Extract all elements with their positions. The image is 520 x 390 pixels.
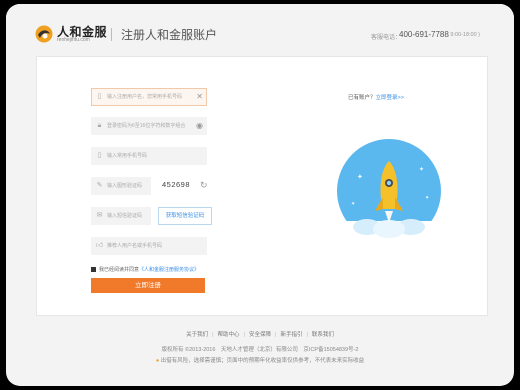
risk-note-text: 出借有风险，选择需谨慎；页面中的预期年化收益率仅供参考，不代表未来实际收益 — [160, 358, 365, 364]
user-icon: ▯ — [97, 93, 102, 100]
refresh-icon[interactable]: ↻ — [200, 177, 210, 193]
get-sms-code-button[interactable]: 获取短信验证码 — [158, 207, 212, 225]
sms-input[interactable] — [107, 208, 147, 224]
password-field[interactable]: 🔒︎ ◉ — [91, 117, 207, 135]
footer-link-about[interactable]: 关于我们 — [186, 332, 208, 338]
username-input[interactable] — [107, 89, 195, 105]
login-prompt-text: 已有账户？ — [348, 95, 376, 101]
login-link[interactable]: 立即登录>> — [376, 95, 404, 101]
captcha-input[interactable] — [107, 178, 147, 194]
register-button[interactable]: 立即注册 — [91, 278, 205, 293]
username-field[interactable]: ▯ ✕ — [91, 88, 207, 106]
window: 人和金服 renhejinfu.com 注册人和金服账户 客服电话： 400-6… — [6, 4, 514, 386]
footer-link-security[interactable]: 安全保障 — [249, 332, 271, 338]
footer-links: 关于我们 | 帮助中心 | 安全保障 | 新手指引 | 联系我们 — [186, 332, 334, 338]
hotline-label: 客服电话： — [371, 35, 402, 41]
phone-input[interactable] — [107, 148, 195, 164]
referrer-input[interactable] — [107, 238, 195, 254]
service-hours: ( 9:00-18:00 ) — [447, 32, 481, 38]
image-code-icon: ✎ — [96, 182, 103, 189]
footer-link-guide[interactable]: 新手指引 — [280, 332, 302, 338]
agreement-link[interactable]: 《人和金服注册服务协议》 — [139, 267, 199, 273]
login-prompt: 已有账户？立即登录>> — [348, 93, 404, 101]
footer-risk-note: ● 出借有风险，选择需谨慎；页面中的预期年化收益率仅供参考，不代表未来实际收益 — [6, 356, 514, 364]
footer-copyright: 版权所有 ©2013-2016 天地人才管理（北京）有限公司 京ICP备1505… — [161, 347, 359, 353]
password-input[interactable] — [107, 118, 195, 134]
header: 人和金服 renhejinfu.com 注册人和金服账户 客服电话： 400-6… — [6, 4, 514, 54]
captcha-image[interactable]: 452698 — [158, 177, 194, 193]
warning-icon: ● — [155, 358, 160, 364]
agree-text: 我已经阅读并同意 — [99, 267, 140, 273]
header-divider — [111, 28, 112, 41]
page-title: 注册人和金服账户 — [121, 28, 218, 42]
register-card: ▯ ✕ 🔒︎ ◉ ▯ ✎ 452698 ↻ ✉ 获取短信验证码 👍︎ — [36, 56, 488, 316]
mail-icon: ✉ — [96, 212, 103, 219]
logo-icon — [35, 25, 53, 43]
lock-icon: 🔒︎ — [97, 122, 102, 129]
phone-icon: ▯ — [97, 152, 102, 159]
rocket-illustration: ✦ ✦ ✦ ✦ — [327, 139, 451, 247]
sms-field[interactable]: ✉ — [91, 207, 151, 225]
thumbs-up-icon: 👍︎ — [95, 242, 104, 249]
svg-text:✦: ✦ — [419, 166, 424, 173]
footer-link-contact[interactable]: 联系我们 — [312, 332, 334, 338]
footer-link-help[interactable]: 帮助中心 — [218, 332, 240, 338]
svg-text:✦: ✦ — [351, 201, 355, 207]
agree-checkbox[interactable] — [91, 267, 96, 273]
hotline-number: 400-691-7788 — [399, 30, 449, 39]
captcha-field[interactable]: ✎ — [91, 177, 151, 195]
logo-domain: renhejinfu.com — [57, 37, 90, 43]
agreement-row: 我已经阅读并同意《人和金服注册服务协议》 — [91, 266, 199, 273]
referrer-field[interactable]: 👍︎ — [91, 237, 207, 255]
svg-text:✦: ✦ — [425, 195, 429, 201]
eye-icon[interactable]: ◉ — [196, 121, 203, 130]
clear-icon[interactable]: ✕ — [196, 92, 203, 101]
svg-text:✦: ✦ — [357, 173, 363, 181]
phone-field[interactable]: ▯ — [91, 147, 207, 165]
